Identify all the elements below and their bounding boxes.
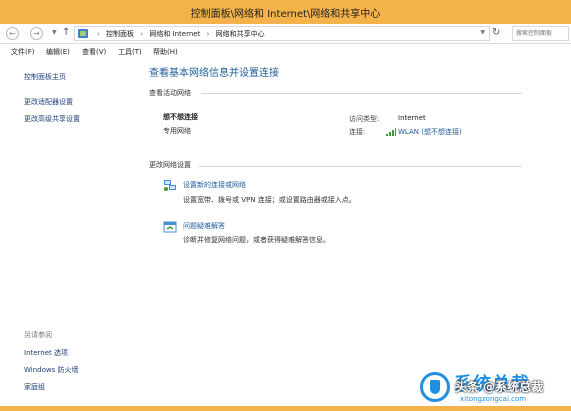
window-title: 控制面板\网络和 Internet\网络和共享中心: [190, 9, 381, 20]
breadcrumb-network-internet[interactable]: 网络和 Internet: [149, 30, 200, 38]
watermark-overlay-text: 头条 @系统总裁: [455, 380, 544, 394]
address-bar: ← → ▼ ↑ › 控制面板 › 网络和 Internet › 网络和共享中心 …: [0, 24, 571, 44]
access-type-value: Internet: [398, 114, 426, 122]
see-also-windows-firewall[interactable]: Windows 防火墙: [24, 365, 78, 375]
breadcrumb[interactable]: › 控制面板 › 网络和 Internet › 网络和共享中心 ▼: [74, 26, 490, 41]
menu-tools[interactable]: 工具(T): [118, 47, 142, 57]
menu-bar: 文件(F) 编辑(E) 查看(V) 工具(T) 帮助(H): [0, 45, 571, 59]
forward-icon[interactable]: →: [30, 27, 43, 40]
menu-edit[interactable]: 编辑(E): [46, 47, 70, 57]
wlan-connection-link[interactable]: WLAN (想不想连接): [398, 127, 462, 137]
see-also-homegroup[interactable]: 家庭组: [24, 382, 45, 392]
sidebar-link-control-panel-home[interactable]: 控制面板主页: [24, 72, 66, 82]
change-settings-label: 更改网络设置: [149, 161, 191, 169]
troubleshoot-link[interactable]: 问题疑难解答: [183, 221, 225, 231]
connections-label: 连接:: [349, 128, 366, 136]
refresh-icon[interactable]: ↻: [492, 27, 500, 38]
recent-pages-chevron-icon[interactable]: ▼: [52, 29, 57, 36]
troubleshoot-icon: [163, 221, 177, 233]
brand-logo-icon: [420, 372, 450, 402]
breadcrumb-separator: ›: [97, 30, 100, 38]
network-setup-icon: [164, 180, 176, 191]
title-bar: 控制面板\网络和 Internet\网络和共享中心: [0, 0, 571, 24]
bottom-border: [0, 406, 571, 411]
sidebar-link-advanced-sharing[interactable]: 更改高级共享设置: [24, 114, 80, 124]
wifi-signal-icon: [386, 128, 396, 136]
menu-help[interactable]: 帮助(H): [153, 47, 178, 57]
control-panel-icon: [78, 29, 88, 38]
section-divider: [201, 93, 522, 94]
setup-connection-link[interactable]: 设置新的连接或网络: [183, 180, 246, 190]
network-category[interactable]: 专用网络: [163, 126, 191, 136]
see-also-heading: 另请参阅: [24, 331, 52, 339]
sidebar-link-adapter-settings[interactable]: 更改适配器设置: [24, 97, 73, 107]
menu-file[interactable]: 文件(F): [11, 47, 35, 57]
back-icon[interactable]: ←: [6, 27, 19, 40]
active-networks-label: 查看活动网络: [149, 89, 191, 97]
sidebar: 控制面板主页 更改适配器设置 更改高级共享设置 另请参阅 Internet 选项…: [0, 59, 140, 408]
up-arrow-icon[interactable]: ↑: [62, 27, 70, 38]
breadcrumb-control-panel[interactable]: 控制面板: [106, 30, 134, 38]
section-divider: [199, 166, 522, 167]
search-input[interactable]: [513, 27, 568, 40]
breadcrumb-separator: ›: [140, 30, 144, 38]
setup-connection-desc: 设置宽带、拨号或 VPN 连接；或设置路由器或接入点。: [183, 196, 356, 204]
breadcrumb-network-sharing-center[interactable]: 网络和共享中心: [216, 30, 265, 38]
network-name: 想不想连接: [163, 113, 198, 121]
troubleshoot-desc: 诊断并修复网络问题，或者获得疑难解答信息。: [183, 236, 330, 244]
address-dropdown-chevron-icon[interactable]: ▼: [480, 29, 485, 36]
menu-view[interactable]: 查看(V): [82, 47, 106, 57]
breadcrumb-separator: ›: [206, 30, 210, 38]
search-box[interactable]: [512, 26, 569, 41]
page-title: 查看基本网络信息并设置连接: [149, 68, 279, 79]
see-also-internet-options[interactable]: Internet 选项: [24, 348, 68, 358]
watermark-site: xitongzongcai.com: [460, 395, 527, 403]
access-type-label: 访问类型:: [349, 115, 380, 123]
